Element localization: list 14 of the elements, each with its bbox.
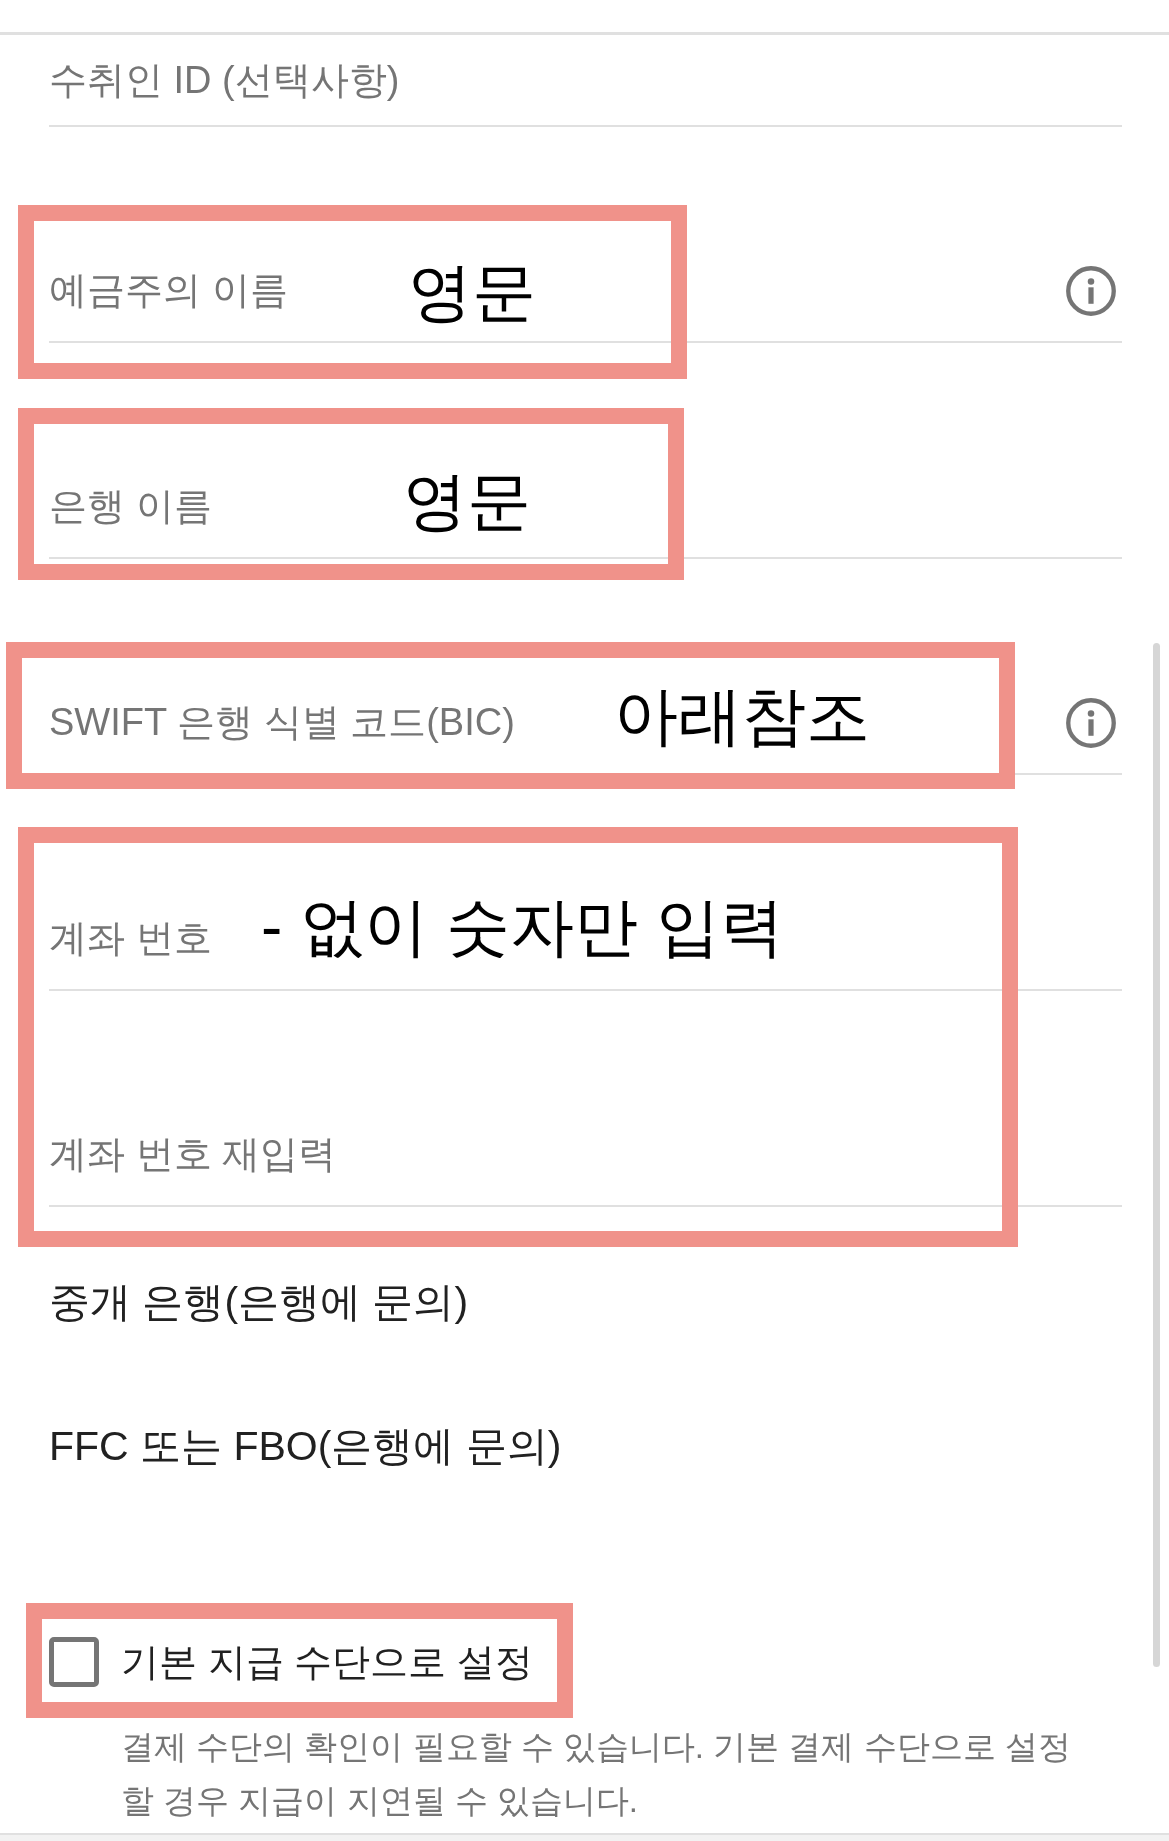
option-link[interactable]: FFC 또는 FBO(은행에 문의) [49,1416,562,1478]
text-field[interactable]: 계좌 번호 재입력 [49,1103,1122,1207]
text-field[interactable]: 수취인 ID (선택사항) [49,35,1122,127]
checkbox-label[interactable]: 기본 지급 수단으로 설정 [121,1633,533,1691]
option-link[interactable]: 중개 은행(은행에 문의) [49,1272,469,1334]
annotation-note: 영문 [403,469,531,533]
annotation-note: - 없이 숫자만 입력 [261,895,784,959]
annotation-note: 영문 [408,260,536,324]
info-icon[interactable] [1065,265,1117,317]
helper-text: 결제 수단의 확인이 필요할 수 있습니다. 기본 결제 수단으로 설정할 경우 지급이 지연될 수 있습니다. [121,1727,1072,1821]
checkbox[interactable] [49,1637,99,1687]
scrollbar[interactable] [1153,643,1160,1667]
annotation-note: 아래참조 [614,683,870,748]
info-icon[interactable] [1065,697,1117,749]
